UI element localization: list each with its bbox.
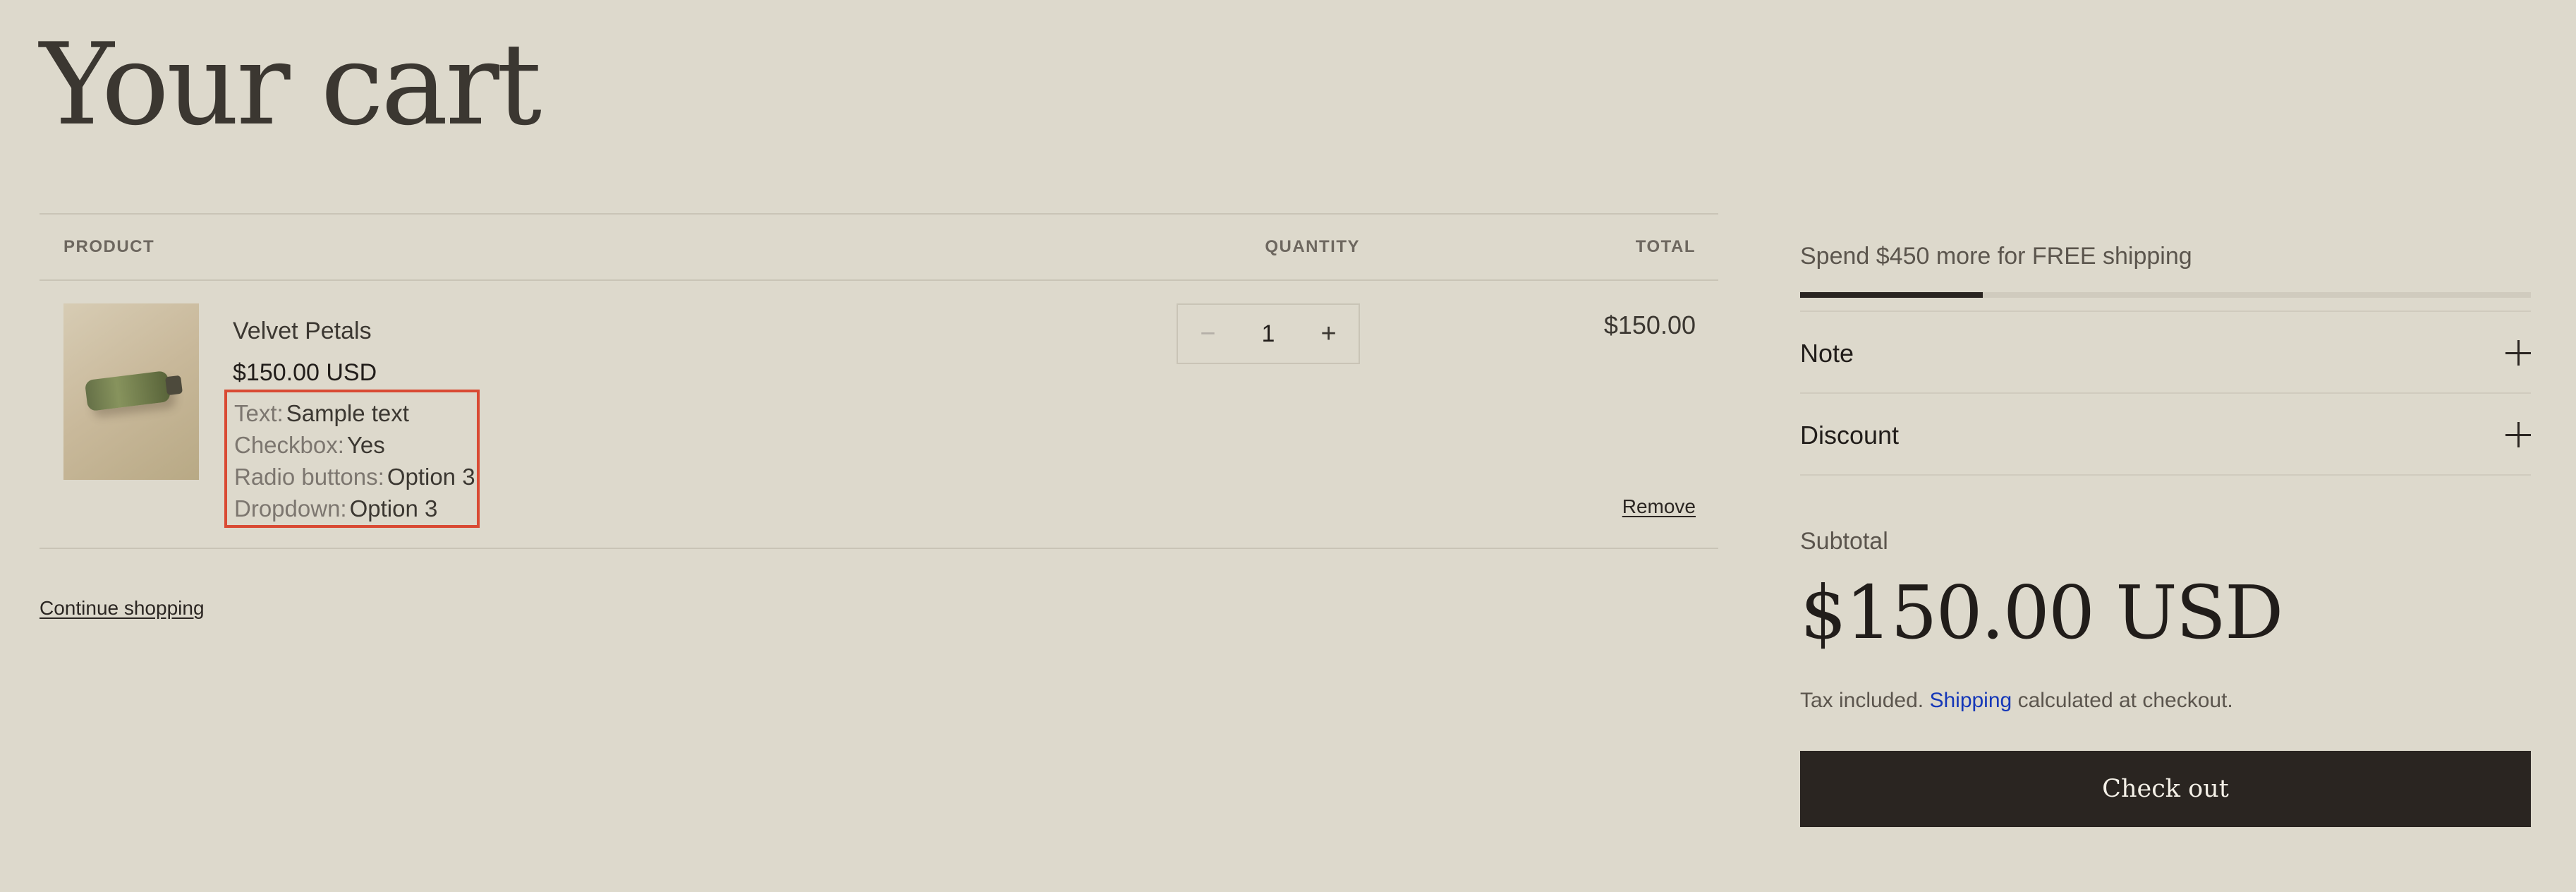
product-unit-price: $150.00 USD (233, 359, 377, 386)
plus-icon[interactable] (2505, 340, 2531, 366)
quantity-input[interactable]: 1 (1238, 320, 1299, 348)
cart-items-table: PRODUCT QUANTITY TOTAL Velvet Petals $15… (40, 213, 1718, 550)
property-text: Text: Sample text (234, 399, 409, 428)
product-properties-highlighted: Text: Sample text Checkbox: Yes Radio butt… (224, 390, 480, 528)
subtotal-label: Subtotal (1800, 528, 1888, 555)
perfume-bottle-image (84, 370, 171, 412)
quantity-column-header: QUANTITY (1265, 237, 1360, 256)
product-name-link[interactable]: Velvet Petals (233, 318, 372, 345)
continue-shopping-link[interactable]: Continue shopping (40, 597, 205, 620)
property-value: Option 3 (387, 464, 475, 490)
property-value: Sample text (286, 400, 409, 426)
summary-divider (1800, 311, 2531, 312)
free-shipping-message: Spend $450 more for FREE shipping (1800, 243, 2192, 270)
remove-item-link[interactable]: Remove (1622, 495, 1696, 518)
tax-note-suffix: calculated at checkout. (2017, 689, 2233, 712)
property-value: Option 3 (349, 495, 438, 522)
summary-divider (1800, 392, 2531, 394)
property-name: Checkbox: (234, 432, 344, 458)
subtotal-value: $150.00 USD (1800, 569, 2283, 656)
product-column-header: PRODUCT (63, 237, 155, 256)
shipping-policy-link[interactable]: Shipping (1929, 689, 2012, 712)
discount-accordion[interactable]: Discount (1800, 419, 2531, 471)
summary-divider (1800, 474, 2531, 476)
property-checkbox: Checkbox: Yes (234, 431, 385, 459)
table-bottom-divider (40, 548, 1718, 549)
free-shipping-progress-fill (1800, 292, 1983, 298)
cart-page: { "page": { "title": "Your cart" }, "tab… (0, 0, 2576, 892)
tax-note-prefix: Tax included. (1800, 689, 1924, 712)
table-top-divider (40, 213, 1718, 215)
note-accordion[interactable]: Note (1800, 337, 2531, 390)
quantity-stepper[interactable]: − 1 + (1177, 303, 1360, 364)
product-image[interactable] (63, 303, 199, 480)
total-column-header: TOTAL (1635, 237, 1696, 256)
free-shipping-progress (1800, 292, 2531, 298)
note-label: Note (1800, 339, 1854, 368)
plus-icon[interactable] (2505, 422, 2531, 447)
property-radio-buttons: Radio buttons: Option 3 (234, 463, 475, 491)
table-header-divider (40, 279, 1718, 281)
checkout-button[interactable]: Check out (1800, 751, 2531, 827)
property-name: Text: (234, 400, 284, 426)
property-name: Dropdown: (234, 495, 347, 522)
increase-quantity-button[interactable]: + (1299, 305, 1359, 363)
line-total: $150.00 (1603, 311, 1696, 339)
tax-shipping-note: Tax included. Shipping calculated at che… (1800, 689, 2233, 713)
decrease-quantity-button[interactable]: − (1178, 305, 1238, 363)
cart-summary: Spend $450 more for FREE shipping Note D… (1800, 226, 2531, 833)
property-dropdown: Dropdown: Option 3 (234, 495, 437, 523)
page-title: Your cart (40, 18, 542, 150)
property-value: Yes (346, 432, 385, 458)
property-name: Radio buttons: (234, 464, 384, 490)
discount-label: Discount (1800, 421, 1900, 450)
